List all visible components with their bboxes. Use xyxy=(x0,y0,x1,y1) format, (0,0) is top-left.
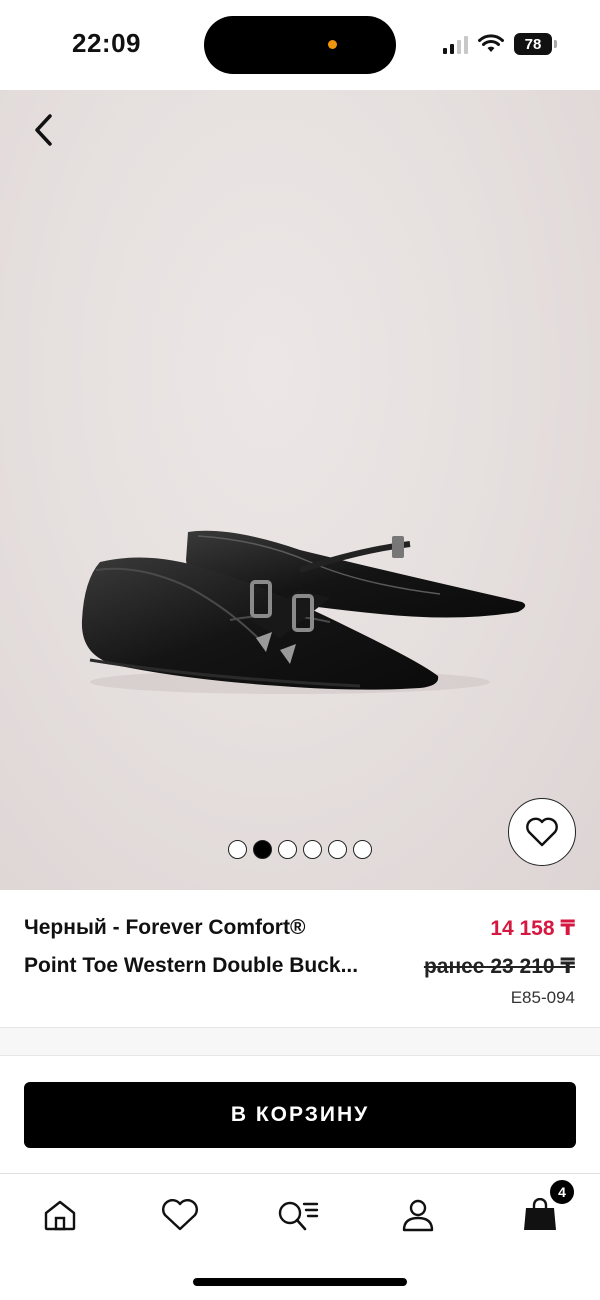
battery-icon: 78 xyxy=(514,33,557,55)
pagination-dot[interactable] xyxy=(353,840,372,859)
status-bar: 22:09 78 xyxy=(0,0,600,90)
home-indicator[interactable] xyxy=(193,1278,407,1286)
heart-icon xyxy=(526,817,558,847)
home-icon xyxy=(44,1200,76,1231)
back-button[interactable] xyxy=(22,108,66,152)
bottom-navigation: 4 xyxy=(0,1174,600,1300)
cta-area: В КОРЗИНУ xyxy=(0,1056,600,1174)
nav-account[interactable] xyxy=(388,1192,448,1238)
add-to-cart-button[interactable]: В КОРЗИНУ xyxy=(24,1082,576,1148)
user-icon xyxy=(402,1199,434,1232)
status-indicators: 78 xyxy=(443,30,557,58)
pagination-dot-active[interactable] xyxy=(253,840,272,859)
product-sku: E85-094 xyxy=(510,988,575,1007)
nav-home[interactable] xyxy=(30,1192,90,1238)
current-price: 14 158 ₸ xyxy=(490,917,575,940)
search-list-icon xyxy=(278,1201,319,1231)
nav-search[interactable] xyxy=(268,1192,328,1238)
privacy-indicator-dot xyxy=(328,40,337,49)
nav-wishlist[interactable] xyxy=(150,1192,210,1238)
heart-icon xyxy=(162,1199,198,1231)
cart-count-badge: 4 xyxy=(548,1178,576,1206)
add-to-wishlist-button[interactable] xyxy=(508,798,576,866)
product-image-gallery[interactable] xyxy=(0,90,600,890)
product-title-line-2: Point Toe Western Double Buck... xyxy=(24,954,359,977)
pagination-dot[interactable] xyxy=(328,840,347,859)
pagination-dot[interactable] xyxy=(303,840,322,859)
pagination-dot[interactable] xyxy=(228,840,247,859)
chevron-left-icon xyxy=(35,114,52,146)
wifi-icon xyxy=(478,34,504,52)
product-info: Черный - Forever Comfort® Point Toe West… xyxy=(0,890,600,1028)
image-pagination[interactable] xyxy=(228,840,372,859)
pagination-dot[interactable] xyxy=(278,840,297,859)
status-time: 22:09 xyxy=(72,28,141,58)
product-photo-shoes xyxy=(81,530,526,694)
old-price: ранее 23 210 ₸ xyxy=(423,955,575,978)
signal-icon xyxy=(443,34,468,54)
section-divider xyxy=(0,1028,600,1056)
nav-cart[interactable]: 4 xyxy=(510,1178,576,1238)
dynamic-island xyxy=(204,16,396,74)
product-title-line-1: Черный - Forever Comfort® xyxy=(24,916,306,939)
